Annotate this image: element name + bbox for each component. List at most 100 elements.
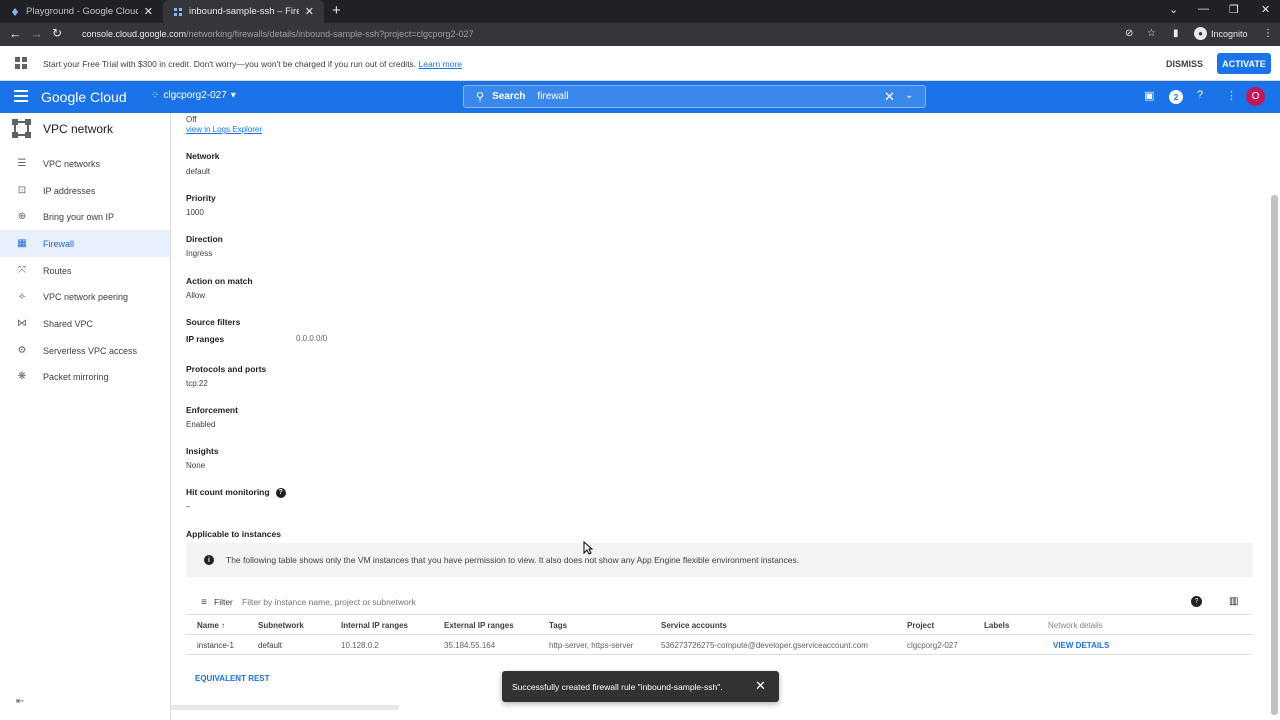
col-labels[interactable]: Labels xyxy=(984,621,1009,630)
search-icon: ⚲ xyxy=(476,91,485,103)
eye-off-icon[interactable]: ⊘ xyxy=(1125,28,1133,39)
priority-value: 1000 xyxy=(186,208,204,217)
sidebar-item-serverless-vpc[interactable]: ⚙ Serverless VPC access xyxy=(0,337,170,364)
col-internal-ip[interactable]: Internal IP ranges xyxy=(341,621,408,630)
new-tab-icon[interactable]: + xyxy=(332,2,341,19)
col-name[interactable]: Name ↑ xyxy=(197,621,225,630)
dismiss-button[interactable]: DISMISS xyxy=(1166,59,1203,69)
sidebar-item-byoip[interactable]: ⊕ Bring your own IP xyxy=(0,203,170,230)
sidebar-item-vpc-networks[interactable]: ☰ VPC networks xyxy=(0,150,170,177)
free-trial-banner: Start your Free Trial with $300 in credi… xyxy=(0,46,1280,81)
avatar[interactable]: O xyxy=(1246,87,1265,106)
minimize-icon[interactable]: — xyxy=(1198,3,1209,15)
browser-tab-active[interactable]: inbound-sample-ssh – Firewall ru ✕ xyxy=(163,0,324,23)
sidebar-item-firewall[interactable]: ▦ Firewall xyxy=(0,230,170,257)
back-icon[interactable]: ← xyxy=(9,26,22,41)
insights-label: Insights xyxy=(186,446,219,456)
cell-service-account: 536273726275-compute@developer.gservicea… xyxy=(661,641,868,650)
notifications-badge[interactable]: 2 xyxy=(1169,90,1183,104)
col-subnetwork[interactable]: Subnetwork xyxy=(258,621,304,630)
ip-icon: ⊡ xyxy=(17,185,27,196)
cell-tags: http-server, https-server xyxy=(549,641,634,650)
routes-icon: ⤧ xyxy=(18,265,26,276)
applicable-instances-label: Applicable to instances xyxy=(186,529,281,539)
action-label: Action on match xyxy=(186,276,253,286)
table-header: Name ↑ Subnetwork Internal IP ranges Ext… xyxy=(186,615,1253,635)
cloud-header: Google Cloud ⁘ clgcporg2-027 ▾ ⚲ Search … xyxy=(0,81,1280,113)
sidebar: VPC network ☰ VPC networks ⊡ IP addresses … xyxy=(0,113,171,720)
info-notice: i The following table shows only the VM … xyxy=(186,543,1253,577)
banner-message: Start your Free Trial with $300 in credi… xyxy=(43,59,463,69)
equivalent-rest-button[interactable]: EQUIVALENT REST xyxy=(195,674,270,683)
cell-external-ip: 35.184.55.164 xyxy=(444,641,496,650)
collapse-sidebar-icon[interactable]: ⇤ xyxy=(16,696,24,707)
network-icon: ☰ xyxy=(17,158,27,169)
google-cloud-logo[interactable]: Google Cloud xyxy=(41,89,127,105)
clear-search-icon[interactable]: ✕ xyxy=(884,89,895,105)
browser-menu-icon[interactable]: ⋮ xyxy=(1263,28,1273,39)
sidebar-item-shared-vpc[interactable]: ⋈ Shared VPC xyxy=(0,310,170,337)
more-options-icon[interactable]: ⋮ xyxy=(1226,89,1237,102)
col-project[interactable]: Project xyxy=(907,621,934,630)
cloud-shell-icon[interactable]: ▣ xyxy=(1144,89,1154,102)
close-window-icon[interactable]: ✕ xyxy=(1261,3,1270,16)
sidebar-item-packet-mirroring[interactable]: ❋ Packet mirroring xyxy=(0,363,170,390)
close-tab-icon[interactable]: ✕ xyxy=(144,5,153,18)
cell-internal-ip: 10.128.0.2 xyxy=(341,641,379,650)
column-display-icon[interactable]: ▥ xyxy=(1229,596,1238,607)
cell-project: clgcporg2-027 xyxy=(907,641,958,650)
forward-icon[interactable]: → xyxy=(30,26,43,41)
filter-input[interactable] xyxy=(242,593,642,611)
search-box[interactable]: ⚲ Search firewall ✕ ⌄ xyxy=(463,85,926,108)
col-external-ip[interactable]: External IP ranges xyxy=(444,621,514,630)
ip-ranges-label: IP ranges xyxy=(186,334,225,344)
bookmark-star-icon[interactable]: ☆ xyxy=(1147,28,1156,39)
col-network-details: Network details xyxy=(1048,621,1103,630)
cell-name: instance-1 xyxy=(197,641,234,650)
tab-title: inbound-sample-ssh – Firewall ru xyxy=(189,6,299,17)
sidebar-item-routes[interactable]: ⤧ Routes xyxy=(0,257,170,284)
close-toast-icon[interactable]: ✕ xyxy=(755,678,766,694)
cloud-favicon-icon xyxy=(12,7,18,16)
hamburger-menu-icon[interactable] xyxy=(14,90,28,102)
globe-icon: ⊕ xyxy=(17,211,27,222)
close-tab-icon[interactable]: ✕ xyxy=(305,5,314,18)
enforcement-label: Enforcement xyxy=(186,405,238,415)
toast-message: Successfully created firewall rule "inbo… xyxy=(512,682,723,692)
page-title: VPC network xyxy=(43,122,114,136)
project-dots-icon: ⁘ xyxy=(151,90,160,101)
source-filters-label: Source filters xyxy=(186,317,241,327)
logs-explorer-link[interactable]: view in Logs Explorer xyxy=(186,125,262,134)
success-toast: Successfully created firewall rule "inbo… xyxy=(502,671,779,702)
help-icon[interactable]: ? xyxy=(1197,89,1203,101)
direction-value: Ingress xyxy=(186,249,213,258)
restore-icon[interactable]: ❐ xyxy=(1229,3,1239,16)
chevron-down-icon: ▾ xyxy=(230,90,236,101)
learn-more-link[interactable]: Learn more xyxy=(419,59,462,69)
browser-tab[interactable]: Playground - Google Cloud Platf ✕ xyxy=(0,0,163,23)
reload-icon[interactable]: ↻ xyxy=(52,26,62,40)
filter-label[interactable]: Filter xyxy=(214,597,233,607)
incognito-indicator[interactable]: ● Incognito xyxy=(1194,27,1248,40)
search-expand-icon[interactable]: ⌄ xyxy=(905,90,913,101)
incognito-icon: ● xyxy=(1194,27,1207,40)
ip-ranges-value: 0.0.0.0/0 xyxy=(296,334,328,343)
help-circle-icon[interactable]: ? xyxy=(275,487,286,498)
filter-icon[interactable]: ≡ xyxy=(201,597,207,608)
view-details-button[interactable]: VIEW DETAILS xyxy=(1053,641,1109,650)
vertical-scrollbar[interactable] xyxy=(1271,195,1278,715)
sidebar-item-peering[interactable]: ⟡ VPC network peering xyxy=(0,283,170,310)
sidebar-item-ip-addresses[interactable]: ⊡ IP addresses xyxy=(0,177,170,204)
sidepanel-icon[interactable]: ▮ xyxy=(1173,28,1179,39)
horizontal-scrollbar[interactable] xyxy=(171,705,399,710)
col-service-accounts[interactable]: Service accounts xyxy=(661,621,727,630)
cell-subnetwork: default xyxy=(258,641,283,650)
table-help-icon[interactable]: ? xyxy=(1191,596,1202,607)
search-input[interactable]: firewall xyxy=(537,91,568,102)
project-selector[interactable]: ⁘ clgcporg2-027 ▾ xyxy=(151,90,236,101)
col-tags[interactable]: Tags xyxy=(549,621,567,630)
url-field[interactable]: console.cloud.google.com/networking/fire… xyxy=(82,29,473,39)
activate-button[interactable]: ACTIVATE xyxy=(1217,53,1271,74)
protocols-value: tcp:22 xyxy=(186,379,208,388)
tab-search-icon[interactable]: ⌄ xyxy=(1169,3,1178,16)
